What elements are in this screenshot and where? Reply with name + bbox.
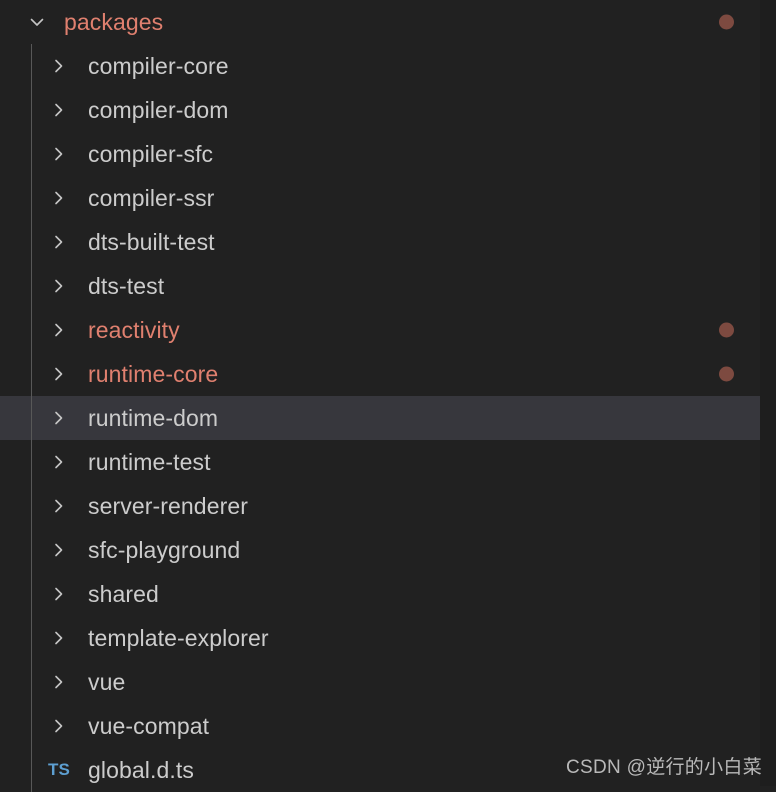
tree-row-folder[interactable]: server-renderer [0,484,776,528]
tree-row-label: dts-built-test [88,229,215,255]
modified-status-dot [719,14,734,30]
indent-guide [31,176,32,220]
tree-row-folder[interactable]: dts-test [0,264,776,308]
chevron-right-icon[interactable] [44,364,74,384]
indent-guide [31,440,32,484]
tree-row-label: dts-test [88,273,165,299]
tree-row-label: shared [88,581,159,607]
indent-guide [31,396,32,440]
tree-row-label: runtime-test [88,449,211,475]
indent-guide [31,528,32,572]
chevron-right-icon[interactable] [44,276,74,296]
tree-row-label: compiler-dom [88,97,229,123]
tree-row-folder[interactable]: runtime-dom [0,396,776,440]
tree-row-label: sfc-playground [88,537,241,563]
chevron-right-icon[interactable] [44,188,74,208]
csdn-watermark: CSDN @逆行的小白菜 [566,757,763,778]
indent-guide [31,484,32,528]
tree-row-label: compiler-sfc [88,141,214,167]
tree-row-label: reactivity [88,317,180,343]
tree-row-folder[interactable]: sfc-playground [0,528,776,572]
tree-row-label: vue-compat [88,713,210,739]
tree-row-label: vue [88,669,126,695]
chevron-down-icon[interactable] [22,12,52,32]
chevron-right-icon[interactable] [44,672,74,692]
indent-guide [31,616,32,660]
file-explorer-tree: packages compiler-core compiler-dom compile… [0,0,776,792]
chevron-right-icon[interactable] [44,56,74,76]
indent-guide [31,572,32,616]
chevron-right-icon[interactable] [44,496,74,516]
tree-row-label: compiler-core [88,53,229,79]
tree-row-folder[interactable]: compiler-sfc [0,132,776,176]
tree-row-folder[interactable]: runtime-test [0,440,776,484]
tree-row-label: server-renderer [88,493,248,519]
indent-guide [31,308,32,352]
indent-guide [31,88,32,132]
indent-guide [31,132,32,176]
chevron-right-icon[interactable] [44,320,74,340]
typescript-file-icon: TS [47,760,71,779]
tree-row-folder[interactable]: vue-compat [0,704,776,748]
chevron-right-icon[interactable] [44,716,74,736]
modified-status-dot [719,366,734,382]
indent-guide [31,660,32,704]
chevron-right-icon[interactable] [44,232,74,252]
tree-row-label: global.d.ts [88,757,194,783]
tree-row-label: runtime-dom [88,405,219,431]
tree-row-label: runtime-core [88,361,219,387]
tree-list: packages compiler-core compiler-dom compile… [0,0,776,792]
chevron-right-icon[interactable] [44,144,74,164]
tree-row-folder[interactable]: runtime-core [0,352,776,396]
tree-row-label: template-explorer [88,625,269,651]
modified-status-dot [719,322,734,338]
chevron-right-icon[interactable] [44,100,74,120]
indent-guide [31,44,32,88]
tree-row-folder[interactable]: compiler-core [0,44,776,88]
tree-row-folder[interactable]: compiler-ssr [0,176,776,220]
tree-row-folder[interactable]: template-explorer [0,616,776,660]
indent-guide [31,220,32,264]
tree-row-folder[interactable]: reactivity [0,308,776,352]
chevron-right-icon[interactable] [44,584,74,604]
indent-guide [31,352,32,396]
tree-row-label: packages [64,9,164,35]
tree-row-folder[interactable]: compiler-dom [0,88,776,132]
chevron-right-icon[interactable] [44,628,74,648]
tree-row-label: compiler-ssr [88,185,215,211]
tree-row-folder[interactable]: dts-built-test [0,220,776,264]
indent-guide [31,264,32,308]
chevron-right-icon[interactable] [44,408,74,428]
tree-row-root[interactable]: packages [0,0,776,44]
chevron-right-icon[interactable] [44,540,74,560]
chevron-right-icon[interactable] [44,452,74,472]
tree-row-folder[interactable]: vue [0,660,776,704]
scrollbar-track[interactable] [760,0,776,786]
indent-guide [31,704,32,748]
tree-row-folder[interactable]: shared [0,572,776,616]
indent-guide [31,748,32,792]
